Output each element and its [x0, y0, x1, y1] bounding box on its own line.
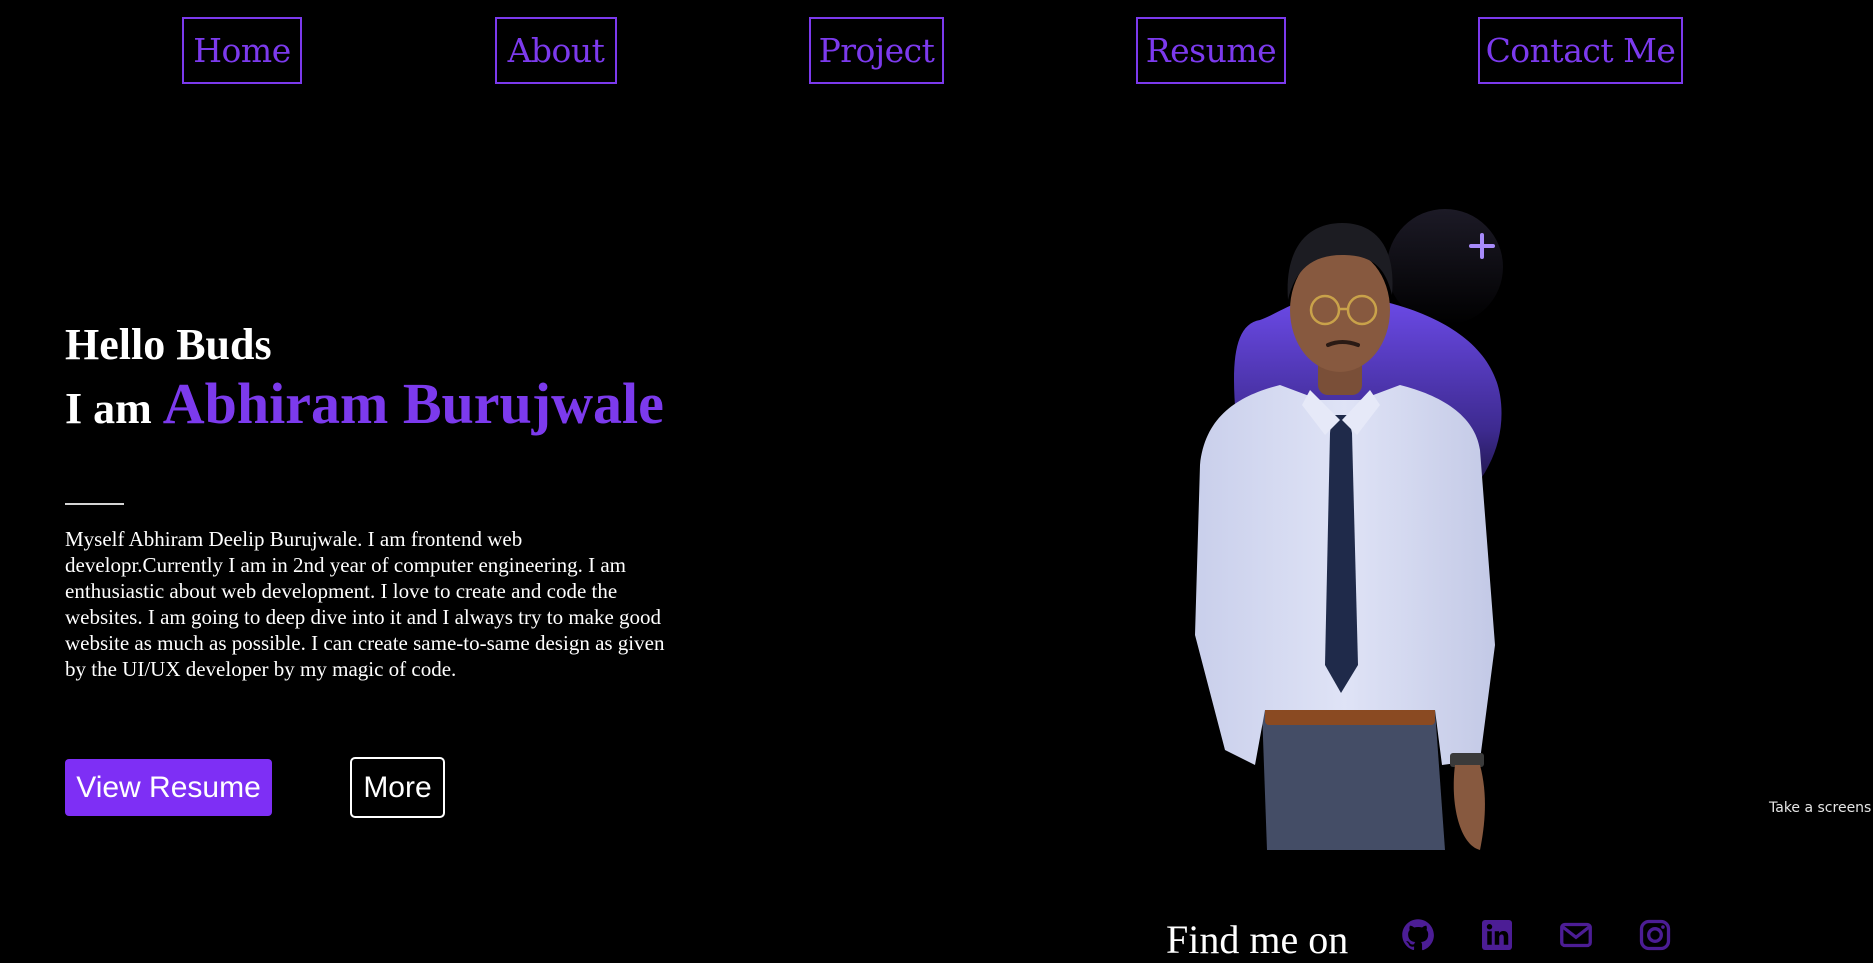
bio-text: Myself Abhiram Deelip Burujwale. I am fr…	[65, 527, 665, 681]
divider	[65, 503, 124, 505]
find-me-label: Find me on	[1166, 917, 1349, 962]
screenshot-tooltip: Take a screens	[1769, 800, 1872, 816]
greeting: Hello Buds	[65, 320, 272, 369]
nav-project-link[interactable]: Project	[809, 17, 944, 84]
nav-resume-link[interactable]: Resume	[1136, 17, 1286, 84]
more-button[interactable]: More	[350, 757, 445, 818]
top-navigation: Home About Project Resume Contact Me	[0, 0, 1873, 100]
mail-icon[interactable]	[1558, 917, 1594, 953]
instagram-icon[interactable]	[1637, 917, 1673, 953]
hero-name: Abhiram Burujwale	[162, 371, 664, 436]
trousers	[1262, 710, 1445, 850]
intro-line: I am Abhiram Burujwale	[65, 372, 685, 441]
hero-heading: Hello Buds I am Abhiram Burujwale	[65, 318, 685, 441]
watch	[1450, 753, 1484, 767]
nav-home-link[interactable]: Home	[182, 17, 302, 84]
hand	[1453, 765, 1485, 850]
nav-about-link[interactable]: About	[495, 17, 617, 84]
nav-contact-link[interactable]: Contact Me	[1478, 17, 1683, 84]
github-icon[interactable]	[1400, 917, 1436, 953]
profile-portrait	[1195, 209, 1503, 850]
view-resume-button[interactable]: View Resume	[65, 759, 272, 816]
intro-prefix: I am	[65, 384, 152, 433]
linkedin-icon[interactable]	[1479, 917, 1515, 953]
